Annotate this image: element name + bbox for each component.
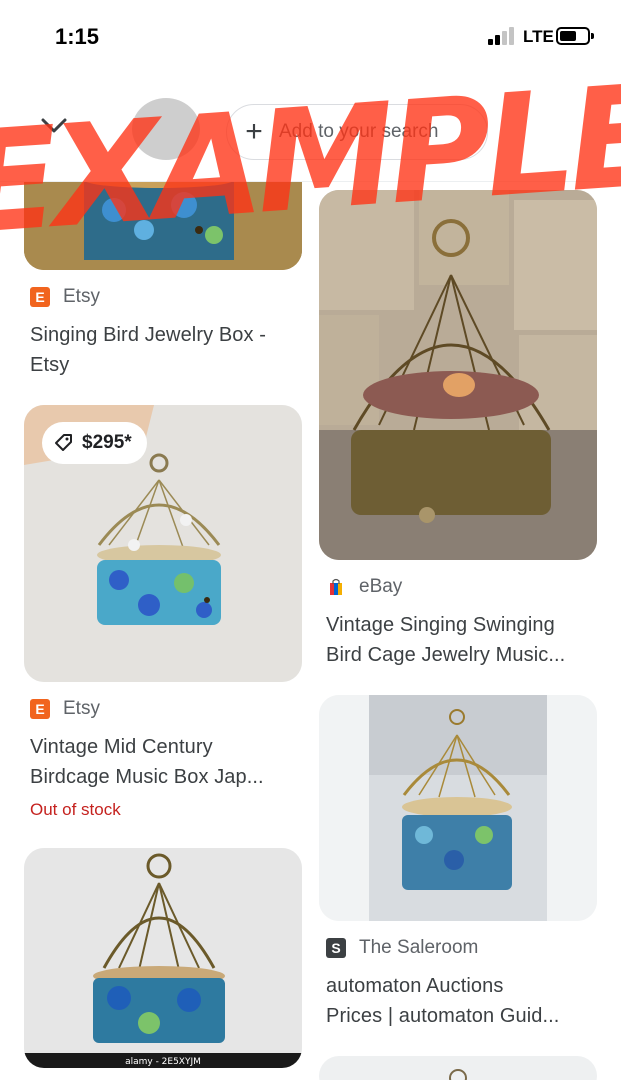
- result-title-1[interactable]: Singing Bird Jewelry Box - Etsy: [30, 320, 310, 380]
- status-time: 1:15: [55, 24, 100, 49]
- result-source-3[interactable]: eBay: [326, 574, 402, 600]
- result-title-2[interactable]: Vintage Mid Century Birdcage Music Box J…: [30, 732, 310, 792]
- signal-strength-icon: [488, 27, 518, 45]
- result-image-3[interactable]: [319, 190, 597, 560]
- status-bar: 1:15 LTE: [0, 0, 621, 70]
- result-image-4[interactable]: [319, 695, 597, 921]
- etsy-icon: E: [30, 287, 50, 307]
- image-caption: alamy - 2E5XYJM: [125, 1057, 201, 1067]
- price-badge: $295*: [42, 422, 147, 464]
- source-name: Etsy: [63, 698, 100, 719]
- result-source-1[interactable]: E Etsy: [30, 284, 100, 310]
- plus-icon: +: [245, 115, 263, 148]
- battery-icon: [556, 27, 594, 45]
- search-chip-bar: + Add to your search: [0, 70, 621, 182]
- collapse-button[interactable]: [30, 108, 78, 144]
- birdcage-jewelry-box-image: [319, 190, 597, 560]
- price-tag-icon: [55, 434, 72, 451]
- ebay-icon: [326, 577, 346, 597]
- automaton-birdcage-image: [319, 695, 597, 921]
- result-source-2[interactable]: E Etsy: [30, 696, 100, 722]
- result-source-4[interactable]: S The Saleroom: [326, 935, 478, 961]
- add-to-search-chip[interactable]: + Add to your search: [226, 104, 488, 160]
- battery-level: [560, 31, 576, 41]
- saleroom-icon: S: [326, 938, 346, 958]
- result-title-3[interactable]: Vintage Singing Swinging Bird Cage Jewel…: [326, 610, 606, 670]
- source-name: The Saleroom: [359, 937, 479, 958]
- birdcage-automaton-image: alamy - 2E5XYJM: [24, 848, 302, 1068]
- chevron-down-icon: [41, 118, 67, 133]
- source-name: eBay: [359, 576, 403, 597]
- result-image-2[interactable]: $295*: [24, 405, 302, 682]
- result-image-6[interactable]: [319, 1056, 597, 1080]
- etsy-icon: E: [30, 699, 50, 719]
- search-image-thumbnail[interactable]: [132, 98, 200, 160]
- result-image-5[interactable]: alamy - 2E5XYJM: [24, 848, 302, 1068]
- add-to-search-label: Add to your search: [279, 121, 439, 142]
- result-title-4[interactable]: automaton Auctions Prices | automaton Gu…: [326, 971, 606, 1031]
- source-name: Etsy: [63, 286, 100, 307]
- stock-status: Out of stock: [30, 800, 121, 819]
- next-result-image: [449, 1069, 467, 1080]
- network-type: LTE: [523, 27, 554, 46]
